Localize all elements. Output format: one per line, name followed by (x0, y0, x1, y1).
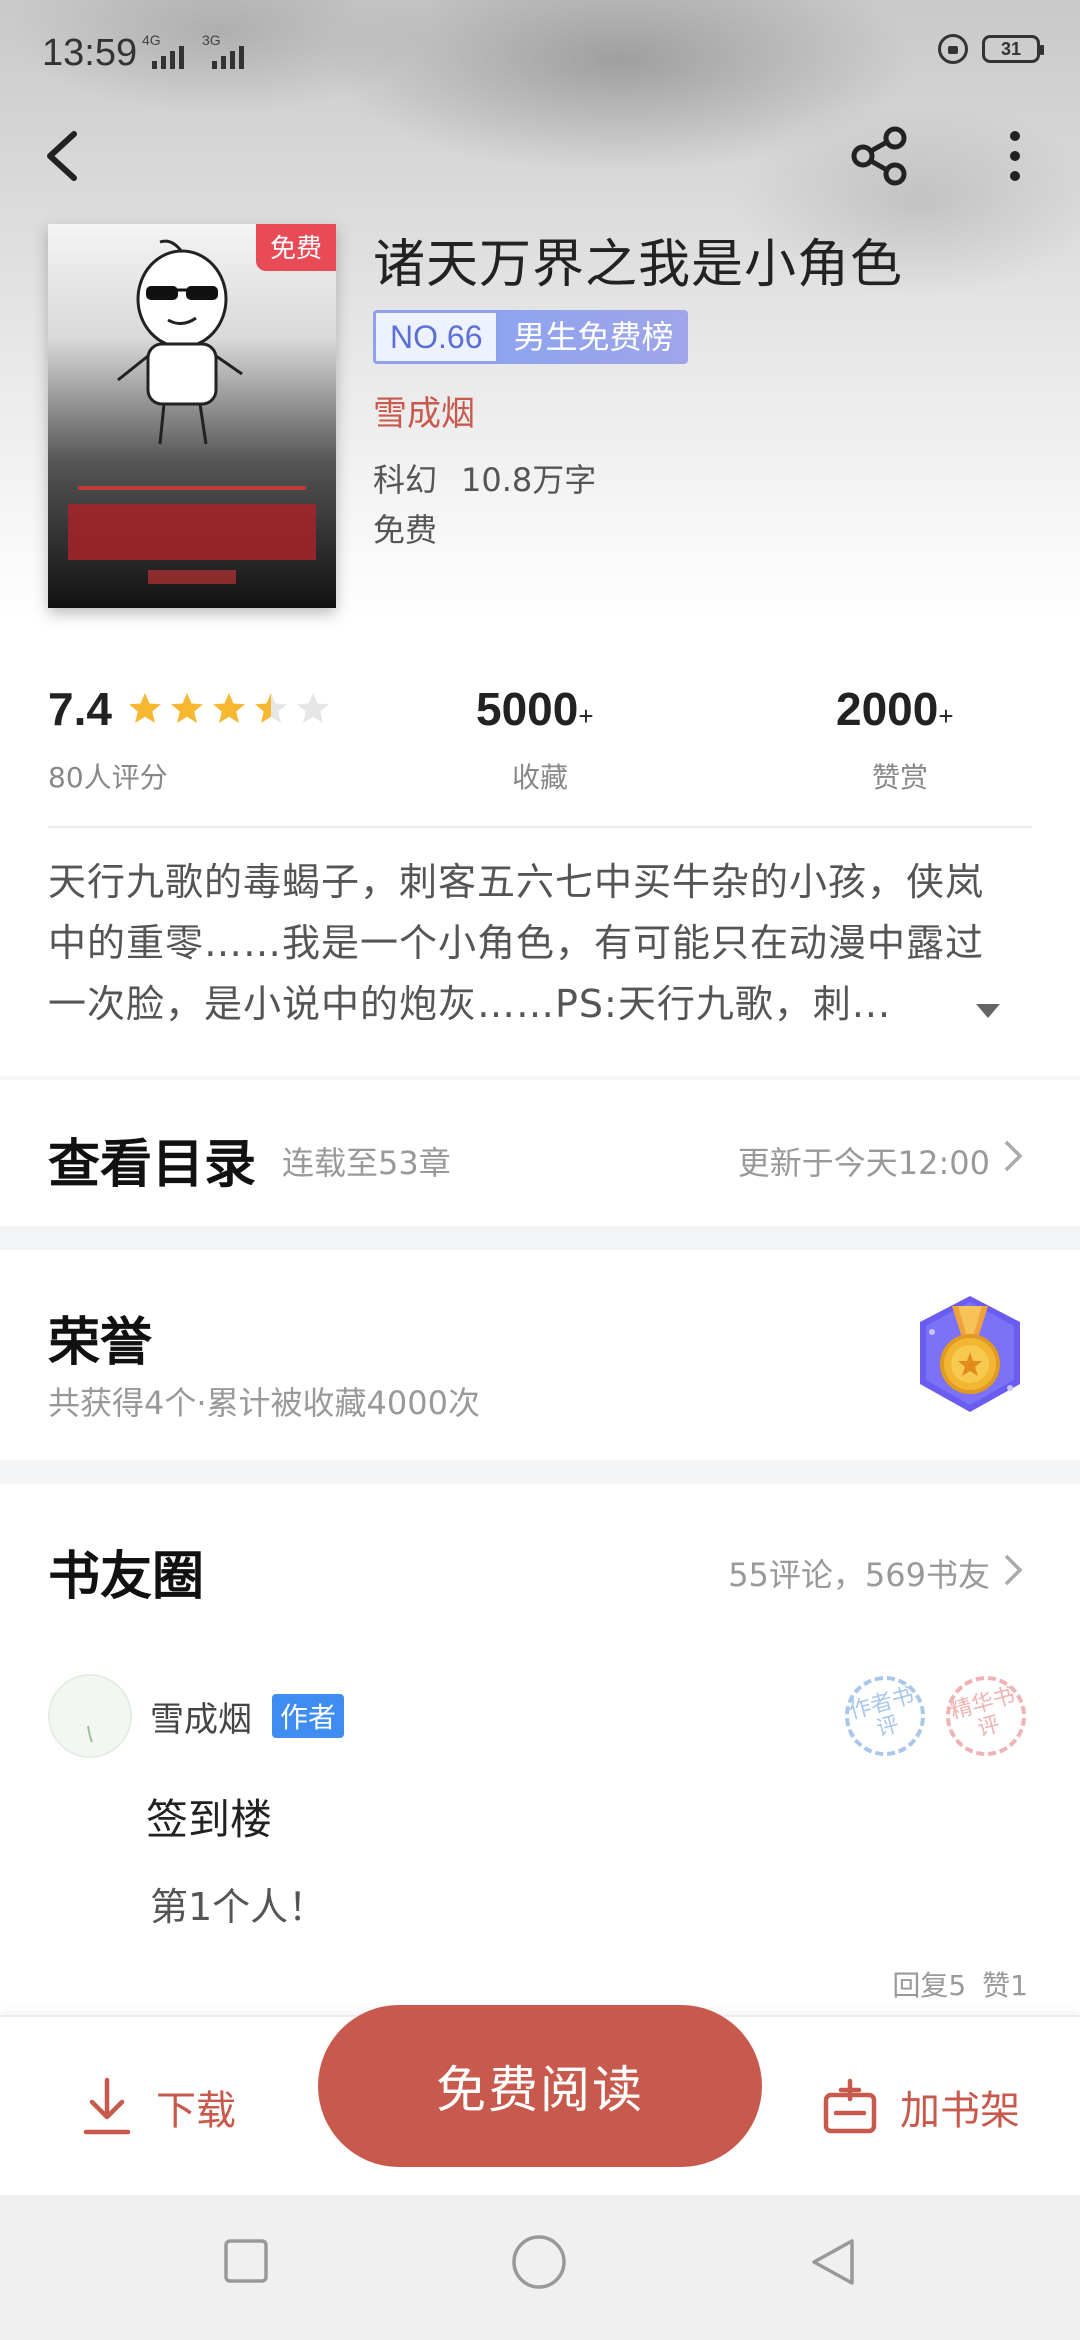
bottom-action-bar: 下载 免费阅读 加书架 (0, 2005, 1080, 2197)
post-likes[interactable]: 赞1 (982, 1969, 1028, 2002)
add-shelf-label: 加书架 (900, 2088, 1020, 2134)
rating[interactable]: 7.4 (48, 682, 331, 736)
book-cover[interactable]: 免费 (48, 224, 336, 608)
add-bookshelf-icon (823, 2078, 877, 2134)
download-label: 下载 (156, 2088, 236, 2134)
circle-stats[interactable]: 55评论，569书友 (728, 1550, 990, 1596)
honor-section[interactable]: 荣誉 共获得4个·累计被收藏4000次 (0, 1250, 1080, 1460)
post-meta: 回复5 赞1 (892, 1964, 1028, 2004)
back-arrow-icon (47, 131, 77, 181)
toc-title: 查看目录 (48, 1134, 257, 1195)
back-button[interactable] (36, 120, 96, 190)
back-nav-icon[interactable] (808, 2237, 858, 2287)
more-vertical-icon (1010, 131, 1020, 181)
download-icon (83, 2077, 131, 2135)
honor-title: 荣誉 (48, 1312, 153, 1373)
book-word-count: 10.8万字 (461, 461, 597, 499)
circle-post[interactable]: 雪成烟 作者 作者书评 精华书评 签到楼 第1个人！ 回复5 赞1 (0, 1667, 1080, 2004)
cover-illustration (68, 239, 316, 584)
rating-stars (127, 691, 331, 727)
book-circle-section: 书友圈 55评论，569书友 雪成烟 作者 作者书评 精华书评 签到楼 第1个人… (0, 1484, 1080, 2004)
circle-title: 书友圈 (48, 1546, 205, 1607)
more-button[interactable] (990, 120, 1040, 190)
star-icon (171, 693, 204, 723)
add-to-shelf-button[interactable]: 加书架 (820, 2067, 1020, 2147)
share-icon (851, 126, 907, 186)
chevron-right-icon[interactable] (1002, 1552, 1024, 1588)
post-author[interactable]: 雪成烟 (150, 1692, 252, 1741)
book-stats: 7.4 80人评分 5000+ 收藏 2000+ 赞赏 (0, 670, 1080, 800)
divider (48, 826, 1032, 828)
book-meta: 科幻 10.8万字 (373, 455, 596, 501)
author-review-stamp: 作者书评 (836, 1667, 934, 1765)
rank-number: NO.66 (373, 310, 500, 364)
share-button[interactable] (845, 120, 915, 190)
system-navigation-bar (0, 2195, 1080, 2340)
section-divider (0, 1460, 1080, 1484)
post-title: 签到楼 (146, 1795, 273, 1844)
star-icon (129, 693, 162, 723)
author-link[interactable]: 雪成烟 (373, 386, 475, 435)
likes-label: 赞赏 (872, 761, 929, 794)
download-button[interactable]: 下载 (80, 2067, 236, 2147)
read-free-button[interactable]: 免费阅读 (318, 2005, 762, 2167)
status-bar: 13:59 4G 3G 31 (0, 0, 1080, 110)
rank-badge[interactable]: NO.66 男生免费榜 (373, 310, 688, 364)
favorites-label: 收藏 (512, 761, 569, 794)
battery-icon: 31 (982, 35, 1044, 63)
section-divider (0, 1226, 1080, 1250)
rotation-lock-icon (938, 34, 968, 64)
book-description[interactable]: 天行九歌的毒蝎子，刺客五六七中买牛杂的小孩，侠岚 中的重零……我是一个小角色，有… (48, 852, 1048, 1035)
author-tag: 作者 (272, 1694, 345, 1738)
star-icon (213, 693, 246, 723)
home-icon[interactable] (510, 2233, 568, 2291)
medal-icon (920, 1296, 1020, 1412)
book-title: 诸天万界之我是小角色 (373, 235, 904, 295)
likes-count: 2000+ (836, 683, 954, 735)
cover-free-badge: 免费 (255, 224, 336, 271)
book-price: 免费 (373, 511, 438, 549)
book-category: 科幻 (373, 461, 438, 499)
toc-row[interactable]: 查看目录 连载至53章 更新于今天12:00 (0, 1080, 1080, 1225)
rating-count: 80人评分 (48, 761, 168, 794)
honor-summary: 共获得4个·累计被收藏4000次 (48, 1384, 480, 1422)
post-body: 第1个人！ (150, 1885, 327, 1929)
avatar[interactable] (48, 1674, 132, 1758)
recent-apps-icon[interactable] (222, 2237, 270, 2285)
top-navigation (0, 110, 1080, 200)
rank-name: 男生免费榜 (499, 310, 688, 364)
chevron-right-icon (1004, 1140, 1023, 1172)
expand-arrow-icon[interactable] (972, 1000, 1004, 1022)
toc-progress: 连载至53章 (282, 1144, 451, 1182)
status-time: 13:59 (42, 32, 138, 74)
star-icon (255, 693, 288, 723)
star-icon (297, 693, 330, 723)
post-replies[interactable]: 回复5 (892, 1969, 966, 2002)
toc-updated: 更新于今天12:00 (737, 1144, 990, 1182)
featured-review-stamp: 精华书评 (937, 1667, 1035, 1765)
favorites-count: 5000+ (476, 683, 594, 735)
rating-score: 7.4 (48, 683, 112, 735)
